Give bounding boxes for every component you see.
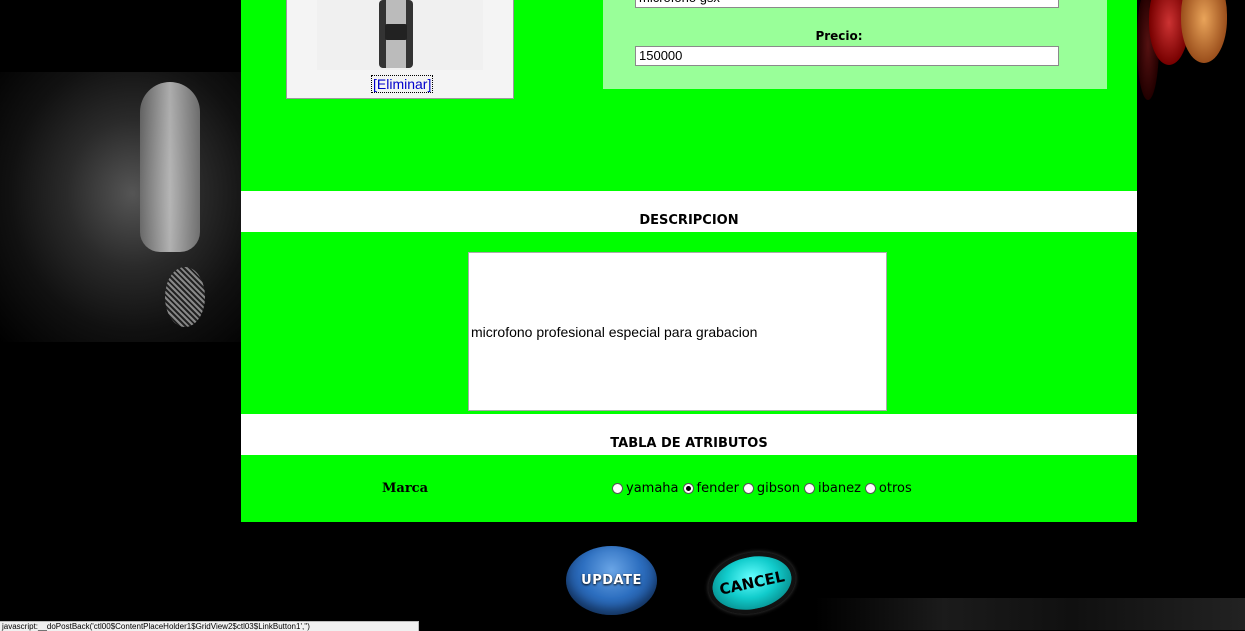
brand-option-fender[interactable]: fender (682, 481, 739, 496)
product-name-field[interactable]: microfono gsx (635, 0, 1059, 8)
attributes-header: TABLA DE ATRIBUTOS (241, 414, 1137, 455)
product-fields-panel: microfono gsx Precio: 150000 (603, 0, 1107, 89)
brand-option-gibson[interactable]: gibson (742, 481, 801, 496)
bottom-background-strip (815, 598, 1245, 630)
radio-button[interactable] (742, 483, 754, 494)
microphone-icon (379, 0, 413, 68)
attributes-title: TABLA DE ATRIBUTOS (610, 436, 768, 451)
description-section: microfono profesional especial para grab… (241, 232, 1137, 414)
radio-button[interactable] (612, 483, 623, 494)
product-image (317, 0, 483, 70)
update-button[interactable]: UPDATE (566, 546, 657, 615)
product-edit-form: [Eliminar] microfono gsx Precio: 150000 … (241, 0, 1137, 522)
price-label: Precio: (815, 29, 863, 43)
delete-image-link[interactable]: [Eliminar] (370, 75, 434, 93)
brand-option-label: yamaha (626, 481, 679, 496)
description-header: DESCRIPCION (241, 191, 1137, 232)
cancel-button[interactable]: CANCEL (702, 544, 802, 622)
description-text: microfono profesional especial para grab… (471, 323, 758, 340)
description-title: DESCRIPCION (639, 213, 739, 228)
guitar-shape (1181, 0, 1227, 63)
product-info-section: [Eliminar] microfono gsx Precio: 150000 (241, 0, 1137, 191)
microphone-shape (165, 267, 205, 327)
product-image-box: [Eliminar] (286, 0, 514, 99)
brand-option-otros[interactable]: otros (864, 481, 912, 496)
brand-option-yamaha[interactable]: yamaha (612, 481, 679, 496)
radio-button[interactable] (804, 483, 816, 494)
brand-label: Marca (382, 481, 429, 496)
hand-shape (140, 82, 200, 252)
singer-background-image (0, 72, 241, 342)
brand-option-ibanez[interactable]: ibanez (804, 481, 861, 496)
guitars-background-image (1137, 0, 1245, 110)
brand-option-label: ibanez (818, 481, 861, 496)
brand-option-label: fender (696, 481, 739, 496)
brand-option-label: gibson (756, 481, 801, 496)
brand-option-label: otros (878, 481, 912, 496)
attributes-section: Marca yamaha fender gibson ibanez otros (241, 455, 1137, 522)
radio-button[interactable] (864, 483, 876, 494)
brand-radio-group: yamaha fender gibson ibanez otros (612, 481, 916, 496)
radio-button-selected[interactable] (682, 483, 694, 494)
price-field[interactable]: 150000 (635, 46, 1059, 66)
description-textarea[interactable]: microfono profesional especial para grab… (468, 252, 887, 411)
